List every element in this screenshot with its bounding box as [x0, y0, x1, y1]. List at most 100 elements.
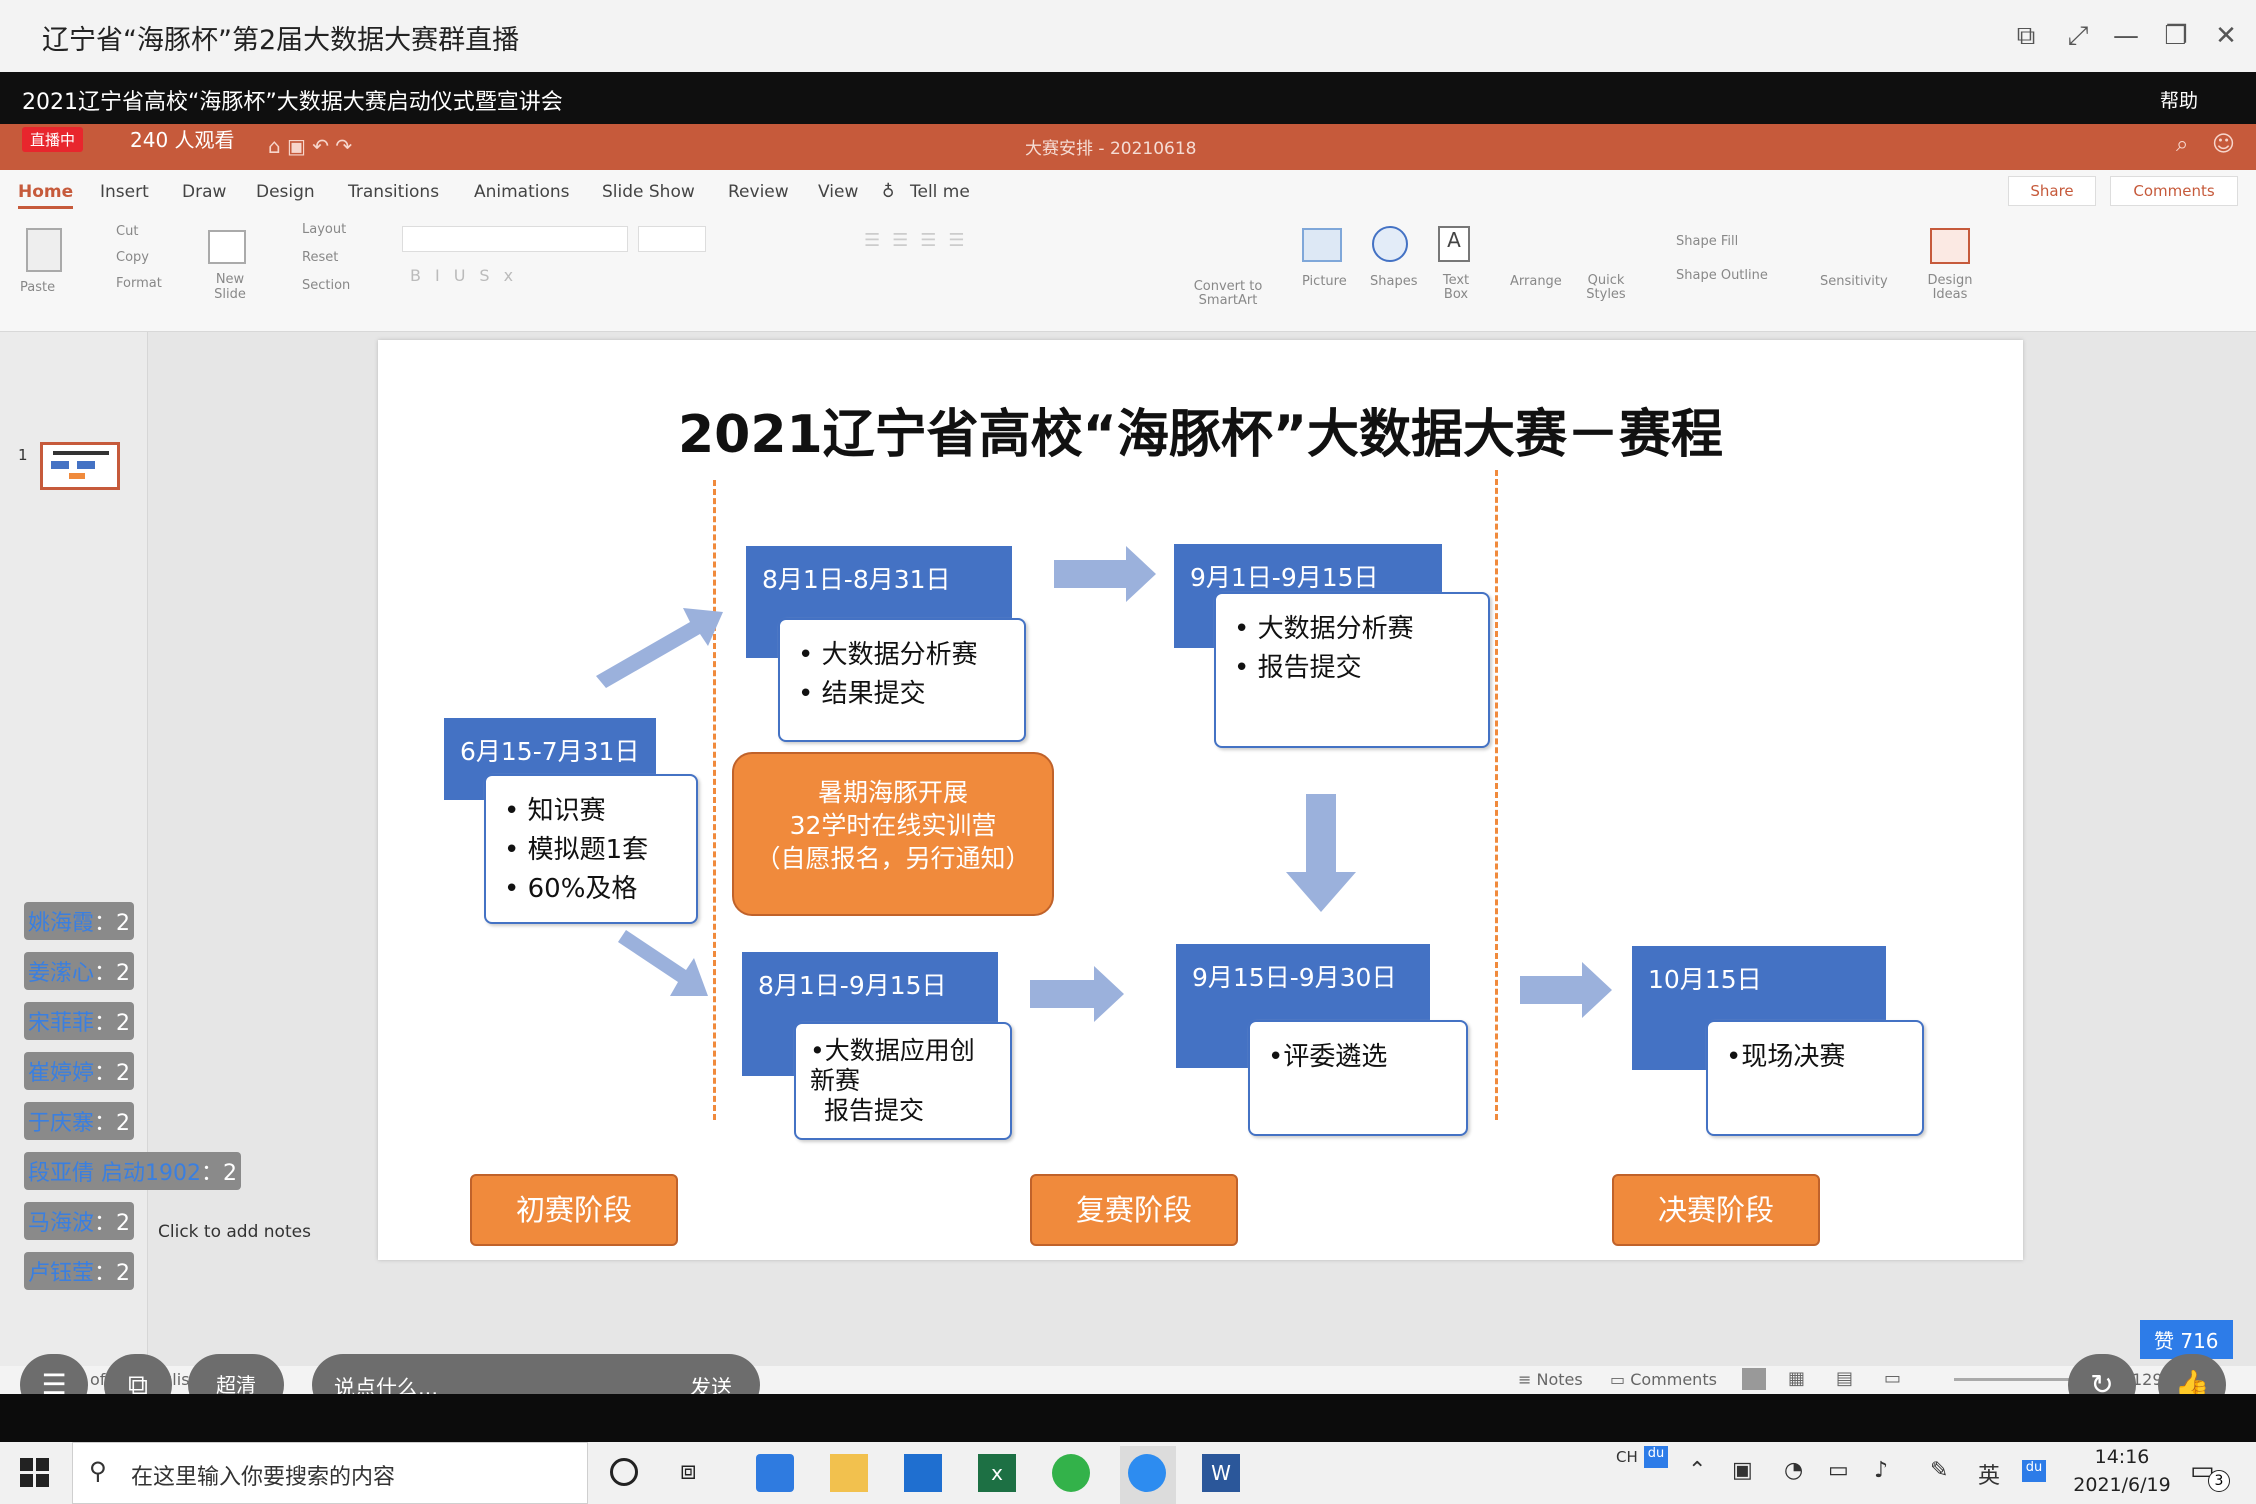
tab-design[interactable]: Design: [256, 182, 315, 202]
font-family-select[interactable]: [402, 226, 628, 252]
notes-toggle[interactable]: ≡ Notes: [1518, 1370, 1583, 1389]
store-icon[interactable]: [756, 1454, 794, 1492]
arrange-button[interactable]: Arrange: [1510, 274, 1562, 289]
box4-item-2: 报告提交: [824, 1096, 925, 1125]
tab-home[interactable]: Home: [18, 182, 74, 209]
ppt-doc-title: 大赛安排 - 20210618: [1025, 139, 1197, 159]
baidu-tray-icon[interactable]: du: [2022, 1460, 2046, 1482]
taskbar-search[interactable]: ⚲ 在这里输入你要搜索的内容: [72, 1442, 588, 1504]
pip-icon[interactable]: ⧉: [2004, 14, 2048, 58]
ribbon-tabs: Home Insert Draw Design Transitions Anim…: [0, 170, 2256, 216]
tab-tell-me[interactable]: Tell me: [910, 182, 970, 202]
ribbon-home: Paste Cut Copy Format New Slide Layout R…: [0, 216, 2256, 332]
task-view-icon[interactable]: ⧈: [680, 1456, 697, 1487]
picture-icon: [1302, 228, 1342, 262]
input-ch-label: CH: [1616, 1448, 1638, 1466]
live-stream-view: 直播中 240 人观看 ⌂ ▣ ↶ ↷ 大赛安排 - 20210618 ⌕ ☺ …: [0, 124, 2256, 1394]
content-box-2: • 大数据分析赛 • 结果提交: [778, 618, 1026, 742]
battery-icon[interactable]: ▭: [1828, 1458, 1849, 1483]
file-explorer-icon[interactable]: [830, 1454, 868, 1492]
close-button[interactable]: ✕: [2204, 14, 2248, 58]
tab-slide-show[interactable]: Slide Show: [602, 182, 695, 202]
content-box-3: • 大数据分析赛 • 报告提交: [1214, 592, 1490, 748]
paragraph-icons: ☰☰☰☰: [864, 230, 977, 251]
copy-button[interactable]: Copy: [116, 250, 149, 265]
share-button[interactable]: Share: [2008, 176, 2096, 206]
comments-button[interactable]: Comments: [2110, 176, 2238, 206]
section-button[interactable]: Section: [302, 278, 350, 293]
fullscreen-icon[interactable]: ⤢: [2056, 14, 2100, 58]
new-slide-icon: [208, 230, 246, 264]
content-box-4: •大数据应用创新赛 报告提交: [794, 1022, 1012, 1140]
arrow-up-right: [596, 608, 723, 688]
sorter-view-icon[interactable]: ▦: [1788, 1368, 1805, 1389]
pen-icon[interactable]: ✎: [1930, 1458, 1948, 1483]
quality-button[interactable]: 超清: [188, 1354, 284, 1394]
box4-item-1: •大数据应用创新赛: [810, 1036, 975, 1095]
cut-button[interactable]: Cut: [116, 224, 138, 239]
help-link[interactable]: 帮助: [2160, 86, 2198, 113]
chat-message: 姚海霞：2: [24, 902, 135, 940]
shape-outline-button[interactable]: Shape Outline: [1676, 268, 1768, 283]
tab-draw[interactable]: Draw: [182, 182, 226, 202]
shape-fill-button[interactable]: Shape Fill: [1676, 234, 1738, 249]
minimize-button[interactable]: —: [2104, 14, 2148, 58]
dingtalk-icon[interactable]: [1128, 1454, 1166, 1492]
volume-icon[interactable]: ♪: [1874, 1458, 1888, 1483]
clock-date[interactable]: 2021/6/19: [2066, 1474, 2178, 1496]
sensitivity-button[interactable]: Sensitivity: [1820, 274, 1888, 289]
reading-view-icon[interactable]: ▤: [1836, 1368, 1853, 1389]
thumb-number: 1: [18, 446, 28, 464]
live-badge: 直播中: [22, 127, 84, 152]
search-icon: ⚲: [89, 1457, 107, 1485]
slide-thumbnail[interactable]: [40, 442, 120, 490]
comments-toggle[interactable]: ▭ Comments: [1610, 1370, 1717, 1389]
slideshow-view-icon[interactable]: ▭: [1884, 1368, 1901, 1389]
font-size-select[interactable]: [638, 226, 706, 252]
box2-item-2: • 结果提交: [798, 679, 926, 709]
paste-icon: [26, 228, 62, 272]
format-painter-button[interactable]: Format: [116, 276, 162, 291]
stage-semifinal: 复赛阶段: [1030, 1174, 1238, 1246]
tab-insert[interactable]: Insert: [100, 182, 149, 202]
cortana-icon[interactable]: [610, 1458, 638, 1486]
textbox-icon: A: [1438, 226, 1470, 262]
excel-icon[interactable]: x: [978, 1454, 1016, 1492]
picture-button[interactable]: Picture: [1302, 274, 1347, 289]
arrow-down-right: [618, 930, 708, 996]
textbox-button[interactable]: Text Box: [1436, 274, 1476, 302]
baidu-input-icon[interactable]: du: [1644, 1446, 1668, 1468]
tray-chevron-icon[interactable]: ⌃: [1688, 1458, 1706, 1483]
box6-item-1: •现场决赛: [1726, 1042, 1846, 1072]
restore-button[interactable]: ❐: [2154, 14, 2198, 58]
word-icon[interactable]: W: [1202, 1454, 1240, 1492]
mail-icon[interactable]: [904, 1454, 942, 1492]
ime-language[interactable]: 英: [1978, 1458, 2000, 1490]
tab-view[interactable]: View: [818, 182, 858, 202]
quick-styles-button[interactable]: Quick Styles: [1580, 274, 1632, 302]
reset-button[interactable]: Reset: [302, 250, 338, 265]
training-camp-box: 暑期海豚开展 32学时在线实训营 （自愿报名，另行通知）: [732, 752, 1054, 916]
chat-message: 崔婷婷：2: [24, 1052, 135, 1090]
windows-start-icon[interactable]: [20, 1458, 50, 1488]
tab-review[interactable]: Review: [728, 182, 789, 202]
lightbulb-icon: ♁: [882, 182, 895, 202]
send-button[interactable]: 发送: [690, 1372, 732, 1394]
convert-smartart-button[interactable]: Convert to SmartArt: [1192, 280, 1264, 308]
design-ideas-button[interactable]: Design Ideas: [1924, 274, 1976, 302]
new-slide-button[interactable]: New Slide: [206, 272, 254, 302]
tab-animations[interactable]: Animations: [474, 182, 570, 202]
paste-button[interactable]: Paste: [20, 280, 55, 295]
normal-view-icon[interactable]: [1742, 1368, 1766, 1390]
wechat-icon[interactable]: [1052, 1454, 1090, 1492]
stage-final: 决赛阶段: [1612, 1174, 1820, 1246]
layout-button[interactable]: Layout: [302, 222, 346, 237]
box2-item-1: • 大数据分析赛: [798, 640, 978, 670]
clock-time[interactable]: 14:16: [2072, 1446, 2172, 1468]
ppt-titlebar: 直播中 240 人观看 ⌂ ▣ ↶ ↷ 大赛安排 - 20210618 ⌕ ☺: [0, 124, 2256, 170]
tab-transitions[interactable]: Transitions: [348, 182, 439, 202]
wifi-icon[interactable]: ◔: [1784, 1458, 1803, 1483]
shapes-button[interactable]: Shapes: [1370, 274, 1417, 289]
security-icon[interactable]: ▣: [1732, 1458, 1753, 1483]
comment-input[interactable]: 说点什么... 发送: [312, 1354, 760, 1394]
